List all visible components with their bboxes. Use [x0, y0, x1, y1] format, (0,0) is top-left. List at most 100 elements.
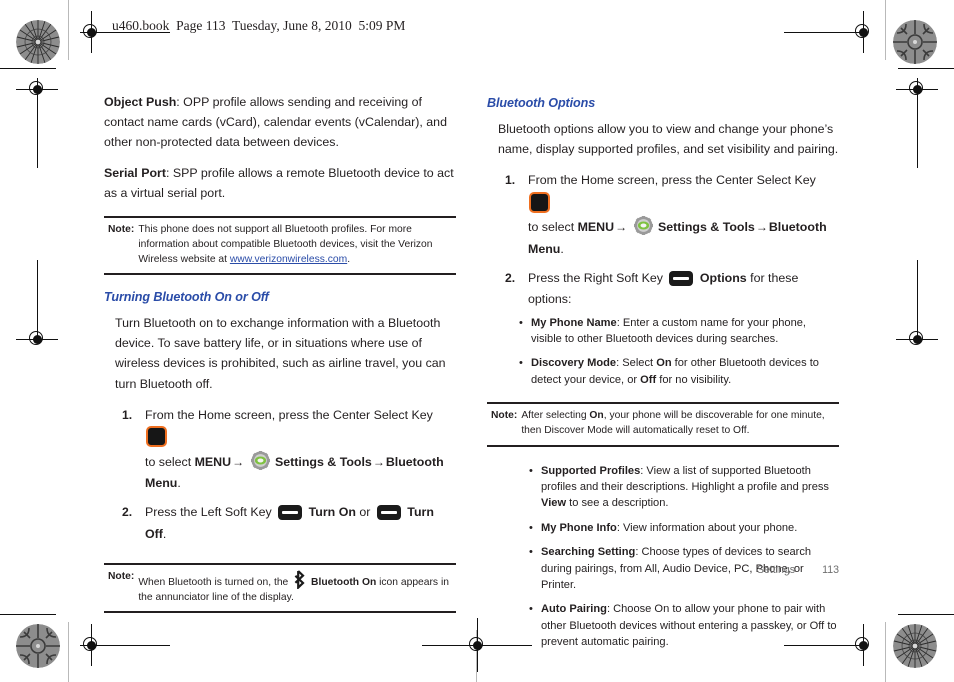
option-term: My Phone Name: [531, 316, 617, 329]
note-text: This phone does not support all Bluetoot…: [138, 223, 456, 267]
step-text-part1: Press the Left Soft Key: [145, 504, 272, 519]
arrow-icon-2: →: [372, 454, 385, 469]
note-text-a: After selecting: [521, 410, 590, 422]
option-term: My Phone Info: [541, 521, 617, 534]
step-period: .: [162, 526, 167, 541]
option-description-b: to see a description.: [566, 497, 669, 510]
option-description-c: for no visibility.: [656, 373, 732, 386]
bleed-guide-right-b: [885, 622, 886, 682]
trim-line-top-left: [0, 68, 56, 70]
note-bluetooth-on-icon: Note: When Bluetooth is turned on, the B…: [104, 563, 456, 614]
bleed-guide-left-b: [68, 622, 69, 682]
right-soft-key-icon[interactable]: [669, 270, 694, 286]
step-item: 2. Press the Left Soft Key Turn On or Tu…: [104, 502, 456, 545]
section-heading-bluetooth-options: Bluetooth Options: [487, 96, 596, 110]
registration-target-top-left: [76, 11, 170, 53]
note-label: Note:: [108, 224, 135, 236]
registration-target-left-lower: [16, 260, 58, 354]
option-term: Discovery Mode: [531, 357, 617, 370]
turn-on-label: Turn On: [308, 504, 356, 519]
step-text-part1: From the Home screen, press the Center S…: [145, 407, 433, 422]
settings-and-tools-label: Settings & Tools: [657, 220, 755, 235]
bullet-icon: •: [529, 603, 533, 616]
rosette-mark-bottom-left: [16, 624, 60, 668]
footer-page-number: 113: [822, 564, 839, 576]
page-header-filename: u460.book Page 113 Tuesday, June 8, 2010…: [112, 18, 406, 33]
steps-turning-bluetooth: 1. From the Home screen, press the Cente…: [104, 405, 456, 545]
trim-line-bottom-right: [898, 614, 954, 616]
step-text-part2: to select: [528, 220, 578, 235]
center-select-key-icon[interactable]: [529, 191, 550, 213]
note-bluetooth-profiles: Note: This phone does not support all Bl…: [104, 216, 456, 276]
step-number: 2.: [122, 504, 133, 519]
bleed-guide-right: [885, 0, 886, 60]
rosette-mark-top-right: [893, 20, 937, 64]
step-item: 1. From the Home screen, press the Cente…: [487, 170, 839, 260]
section-heading-turning-bluetooth: Turning Bluetooth On or Off: [104, 290, 269, 305]
left-soft-key-icon-2[interactable]: [376, 504, 401, 520]
value-on: On: [656, 357, 672, 370]
gear-settings-icon[interactable]: [250, 450, 271, 471]
section-intro-bluetooth-options: Bluetooth options allow you to view and …: [498, 122, 839, 157]
gear-settings-icon[interactable]: [633, 215, 654, 236]
registration-target-top-right: [784, 11, 878, 53]
center-select-key-icon[interactable]: [146, 426, 167, 448]
note-text-before-icon: When Bluetooth is turned on, the: [138, 577, 289, 589]
bullet-icon: •: [519, 357, 523, 370]
step-period: .: [177, 476, 181, 491]
paragraph-object-push: Object Push: OPP profile allows sending …: [104, 92, 456, 152]
arrow-icon-2: →: [755, 220, 768, 235]
registration-target-right-upper: [896, 74, 938, 168]
value-view: View: [541, 497, 567, 510]
option-description: : View information about your phone.: [616, 521, 798, 534]
bullet-icon: •: [529, 464, 533, 477]
option-description-a: : Select: [616, 357, 657, 370]
list-item: • Discovery Mode: Select On for other Bl…: [518, 355, 839, 388]
verizon-wireless-link[interactable]: www.verizonwireless.com: [230, 254, 347, 265]
menu-label: MENU: [194, 454, 232, 469]
steps-bluetooth-options: 1. From the Home screen, press the Cente…: [487, 170, 839, 310]
section-intro-turning-bluetooth: Turn Bluetooth on to exchange informatio…: [115, 316, 446, 391]
term-object-push: Object Push: [104, 95, 177, 109]
bullet-icon: •: [529, 546, 533, 559]
registration-target-bottom-left: [76, 624, 170, 666]
list-item: • Supported Profiles: View a list of sup…: [528, 463, 839, 512]
value-on: On: [589, 410, 604, 422]
list-item: • Auto Pairing: Choose On to allow your …: [528, 601, 839, 650]
option-term: Supported Profiles: [541, 464, 641, 477]
registration-target-right-lower: [896, 260, 938, 354]
note-text: When Bluetooth is turned on, the Bluetoo…: [138, 570, 456, 605]
registration-target-left-upper: [16, 74, 58, 168]
bluetooth-on-label: Bluetooth On: [311, 577, 377, 589]
list-item: • My Phone Info: View information about …: [528, 520, 839, 536]
arrow-icon: →: [232, 454, 245, 469]
page-footer: Settings 113: [487, 564, 839, 576]
options-label: Options: [699, 270, 747, 285]
settings-and-tools-label: Settings & Tools: [274, 454, 372, 469]
left-column: Object Push: OPP profile allows sending …: [104, 92, 456, 628]
paragraph-serial-port: Serial Port: SPP profile allows a remote…: [104, 163, 456, 203]
menu-label: MENU: [577, 220, 615, 235]
note-text-after-link: .: [347, 253, 351, 265]
step-number: 2.: [505, 270, 516, 285]
trim-line-top-right: [898, 68, 954, 70]
step-item: 1. From the Home screen, press the Cente…: [104, 405, 456, 495]
bleed-guide-left: [68, 0, 69, 60]
registration-target-bottom-right: [784, 624, 878, 666]
options-list-group-1: • My Phone Name: Enter a custom name for…: [518, 315, 839, 389]
note-label: Note:: [491, 410, 518, 422]
value-off: Off: [640, 373, 657, 386]
note-label: Note:: [108, 571, 135, 583]
bullet-icon: •: [529, 521, 533, 534]
bluetooth-icon: [293, 570, 306, 591]
rosette-mark-top-left: [16, 20, 60, 64]
left-soft-key-icon[interactable]: [278, 504, 303, 520]
rosette-mark-bottom-right: [893, 624, 937, 668]
step-text-part1: From the Home screen, press the Center S…: [528, 173, 816, 188]
step-text-part2: to select: [145, 454, 195, 469]
step-text-part1: Press the Right Soft Key: [528, 270, 663, 285]
option-term: Searching Setting: [541, 546, 636, 559]
footer-section-name: Settings: [756, 564, 796, 576]
trim-line-bottom-left: [0, 614, 56, 616]
step-period: .: [560, 241, 564, 256]
